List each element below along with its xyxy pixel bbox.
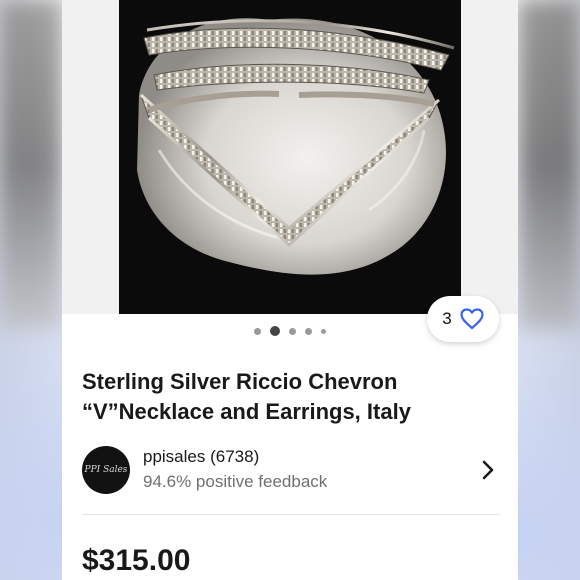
seller-row[interactable]: PPI Sales ppisales (6738) 94.6% positive… (82, 444, 498, 496)
product-photo[interactable] (119, 0, 461, 314)
carousel-dot[interactable] (305, 327, 312, 335)
listing-screen: 3 Sterling Silver Riccio Chevron “V”Neck… (62, 0, 518, 580)
item-price: $315.00 (82, 544, 191, 577)
seller-avatar-text: PPI Sales (84, 464, 128, 475)
carousel-dot-active[interactable] (270, 326, 280, 336)
seller-name[interactable]: ppisales (6738) (143, 446, 478, 468)
carousel-dot[interactable] (254, 327, 261, 335)
carousel-dot[interactable] (289, 327, 296, 335)
seller-avatar[interactable]: PPI Sales (82, 446, 130, 494)
backdrop-left (0, 0, 62, 330)
backdrop-right (518, 0, 580, 330)
divider (82, 514, 500, 515)
listing-title: Sterling Silver Riccio Chevron “V”Neckla… (82, 369, 411, 424)
seller-info: ppisales (6738) 94.6% positive feedback (143, 446, 478, 494)
carousel-dot[interactable] (321, 328, 326, 334)
carousel-indicator[interactable] (62, 326, 518, 336)
chevron-right-icon[interactable] (478, 458, 498, 482)
image-carousel[interactable] (62, 0, 518, 314)
seller-feedback: 94.6% positive feedback (143, 472, 328, 491)
